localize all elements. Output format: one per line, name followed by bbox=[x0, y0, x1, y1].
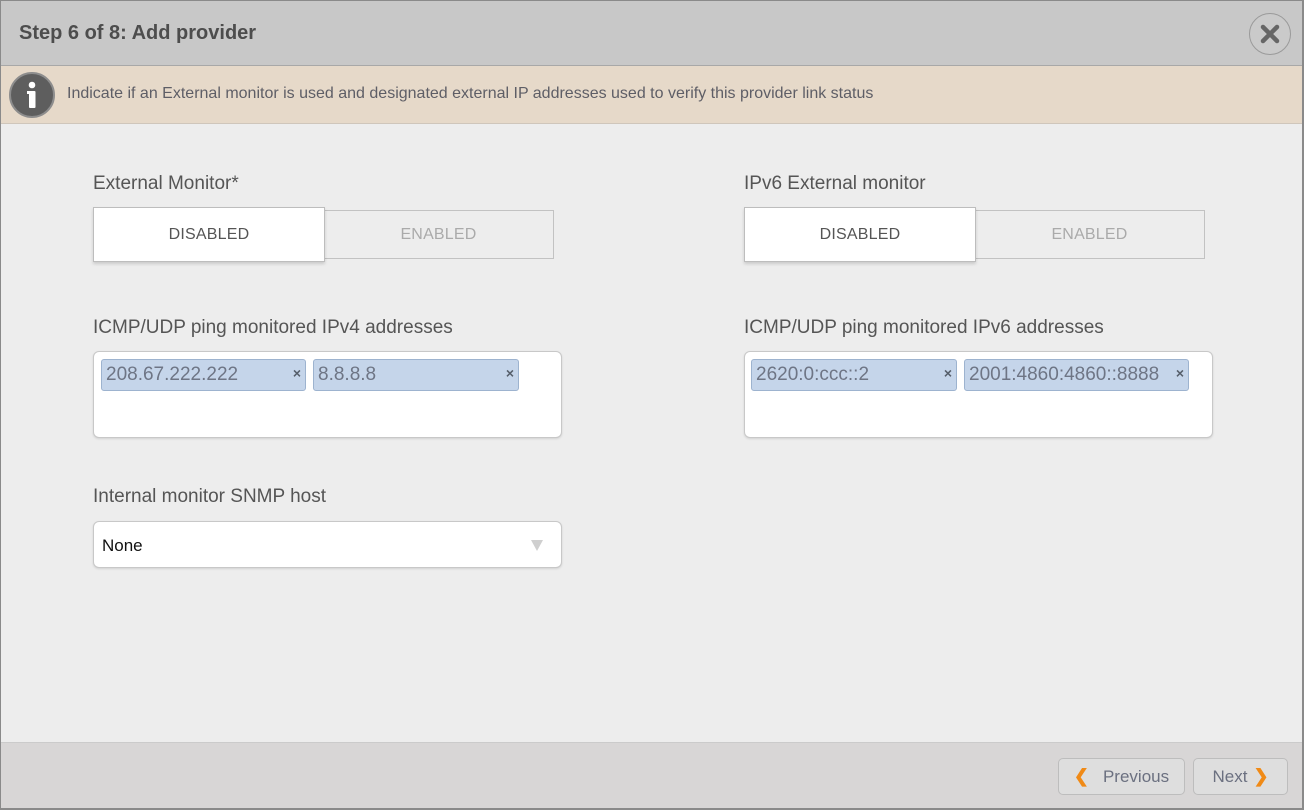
ipv6-external-monitor-toggle: DISABLED ENABLED bbox=[744, 207, 1206, 263]
info-banner: Indicate if an External monitor is used … bbox=[1, 66, 1302, 124]
external-monitor-toggle: DISABLED ENABLED bbox=[93, 207, 555, 263]
next-button[interactable]: Next ❯ bbox=[1193, 758, 1288, 795]
ipv6-tag-text: 2001:4860:4860::8888 bbox=[969, 364, 1160, 385]
dialog-footer: ❮ Previous Next ❯ bbox=[1, 742, 1302, 808]
ipv4-addresses-label: ICMP/UDP ping monitored IPv4 addresses bbox=[93, 317, 453, 338]
previous-label: Previous bbox=[1102, 766, 1170, 786]
ipv4-tag: 8.8.8.8 × bbox=[313, 359, 519, 391]
chevron-left-icon: ❮ bbox=[1073, 766, 1089, 786]
add-provider-dialog: Step 6 of 8: Add provider Indicate if an… bbox=[0, 0, 1304, 810]
ipv6-addresses-input[interactable]: 2620:0:ccc::2 × 2001:4860:4860::8888 × bbox=[744, 351, 1213, 438]
info-text: Indicate if an External monitor is used … bbox=[67, 85, 874, 102]
ipv4-addresses-input[interactable]: 208.67.222.222 × 8.8.8.8 × bbox=[93, 351, 562, 438]
external-monitor-disabled-option[interactable]: DISABLED bbox=[93, 207, 325, 262]
previous-button[interactable]: ❮ Previous bbox=[1058, 758, 1185, 795]
ipv6-external-monitor-label: IPv6 External monitor bbox=[744, 173, 926, 194]
tag-remove-icon[interactable]: × bbox=[944, 365, 952, 381]
tag-remove-icon[interactable]: × bbox=[293, 365, 301, 381]
close-button[interactable] bbox=[1249, 13, 1291, 55]
ipv6-external-monitor-disabled-option[interactable]: DISABLED bbox=[744, 207, 976, 262]
ipv6-addresses-label: ICMP/UDP ping monitored IPv6 addresses bbox=[744, 317, 1104, 338]
snmp-host-value: None bbox=[102, 536, 143, 555]
ipv4-tag: 208.67.222.222 × bbox=[101, 359, 306, 391]
chevron-right-icon: ❯ bbox=[1253, 766, 1269, 786]
ipv6-external-monitor-enabled-option[interactable]: ENABLED bbox=[974, 210, 1205, 259]
dropdown-arrow-icon bbox=[531, 540, 543, 551]
external-monitor-enabled-option[interactable]: ENABLED bbox=[323, 210, 554, 259]
dialog-header: Step 6 of 8: Add provider bbox=[1, 1, 1302, 66]
ipv6-tag-text: 2620:0:ccc::2 bbox=[756, 364, 870, 385]
snmp-host-select[interactable]: None bbox=[93, 521, 562, 568]
tag-remove-icon[interactable]: × bbox=[506, 365, 514, 381]
ipv6-tag: 2001:4860:4860::8888 × bbox=[964, 359, 1189, 391]
close-icon bbox=[1260, 24, 1280, 44]
ipv4-tag-text: 8.8.8.8 bbox=[318, 364, 377, 385]
tag-remove-icon[interactable]: × bbox=[1176, 365, 1184, 381]
next-label: Next bbox=[1212, 766, 1248, 786]
dialog-title: Step 6 of 8: Add provider bbox=[19, 22, 257, 44]
external-monitor-label: External Monitor* bbox=[93, 173, 239, 194]
snmp-host-label: Internal monitor SNMP host bbox=[93, 486, 327, 507]
ipv6-tag: 2620:0:ccc::2 × bbox=[751, 359, 957, 391]
info-icon bbox=[9, 72, 55, 118]
ipv4-tag-text: 208.67.222.222 bbox=[106, 364, 239, 385]
